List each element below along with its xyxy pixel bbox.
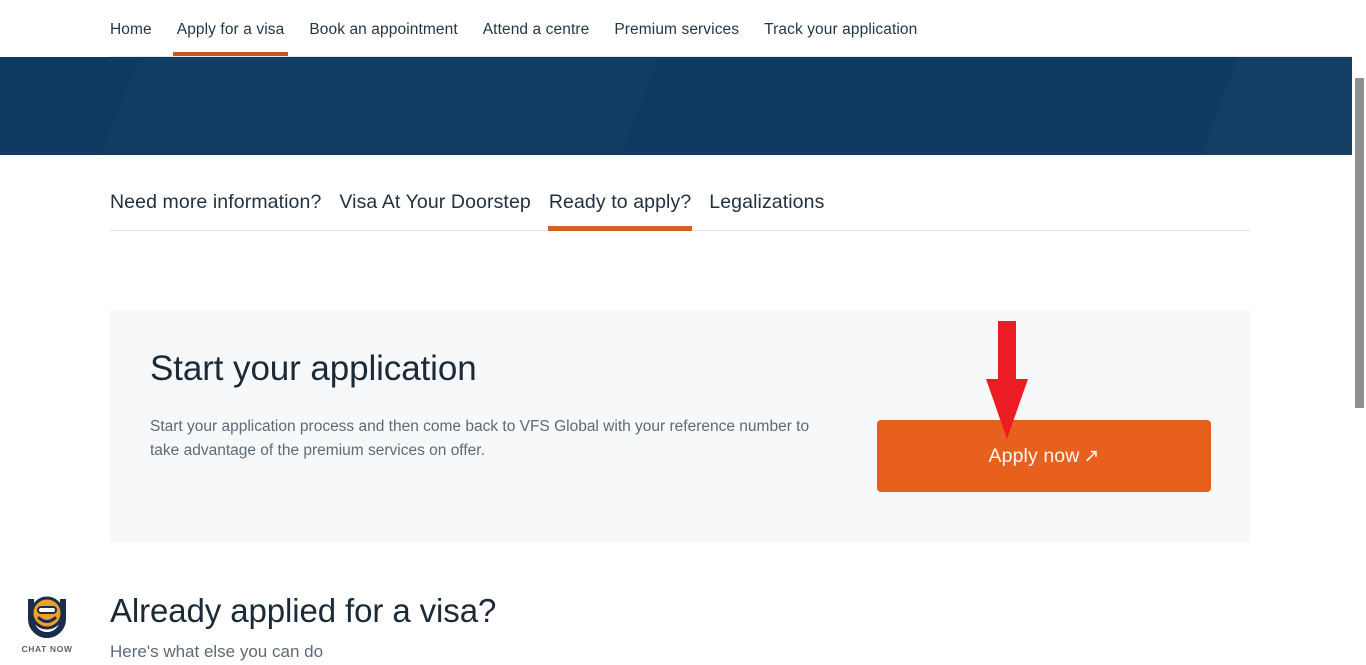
nav-item-track-your-application[interactable]: Track your application (764, 21, 917, 56)
already-applied-title: Already applied for a visa? (110, 592, 497, 629)
page-scrollbar-track[interactable] (1352, 0, 1366, 665)
primary-navigation: Home Apply for a visa Book an appointmen… (0, 0, 1366, 57)
nav-item-home[interactable]: Home (110, 21, 152, 56)
start-application-text-block: Start your application Start your applic… (150, 349, 850, 463)
tab-visa-at-your-doorstep[interactable]: Visa At Your Doorstep (339, 191, 530, 230)
page-scrollbar-thumb[interactable] (1355, 78, 1364, 408)
tab-legalizations[interactable]: Legalizations (709, 191, 824, 230)
external-link-arrow-icon: ↗ (1083, 445, 1100, 467)
already-applied-subtitle: Here's what else you can do (110, 641, 324, 661)
chat-now-label: CHAT NOW (21, 644, 73, 654)
nav-item-attend-a-centre[interactable]: Attend a centre (483, 21, 590, 56)
nav-item-premium-services[interactable]: Premium services (614, 21, 739, 56)
tab-need-more-information[interactable]: Need more information? (110, 191, 321, 230)
primary-navigation-items: Home Apply for a visa Book an appointmen… (110, 0, 1366, 57)
hero-banner (0, 57, 1360, 155)
start-application-card: Start your application Start your applic… (110, 310, 1250, 543)
tab-ready-to-apply[interactable]: Ready to apply? (547, 191, 693, 231)
nav-item-book-an-appointment[interactable]: Book an appointment (309, 21, 457, 56)
hero-decorative-shape (100, 57, 660, 155)
chat-bot-icon (28, 596, 66, 639)
nav-item-apply-for-a-visa[interactable]: Apply for a visa (172, 21, 288, 56)
start-application-description: Start your application process and then … (150, 417, 810, 459)
apply-now-label: Apply now (988, 444, 1080, 467)
already-applied-section: Already applied for a visa? Here's what … (110, 592, 1010, 662)
apply-now-button[interactable]: Apply now ↗ (877, 420, 1211, 492)
secondary-tab-bar: Need more information? Visa At Your Door… (110, 176, 1250, 231)
start-application-title: Start your application (150, 349, 477, 388)
chat-now-widget[interactable]: CHAT NOW (16, 589, 78, 654)
